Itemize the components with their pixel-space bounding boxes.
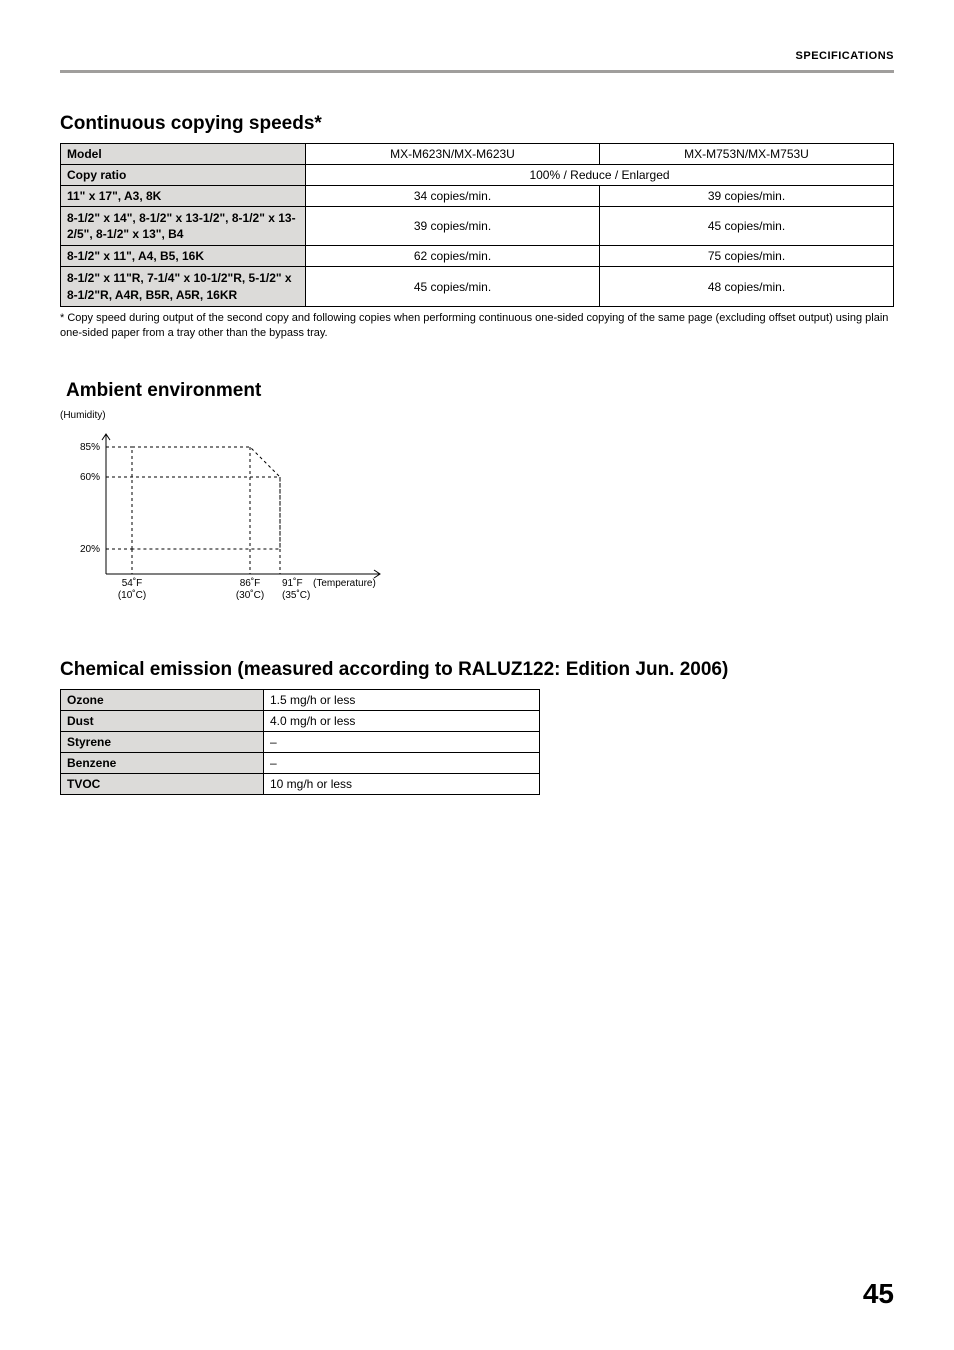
ambient-chart: (Humidity) 85% 60% 20% 54˚F (10˚C) 86˚F [60,410,894,619]
xtick-91c: (35˚C) [282,589,310,601]
row-val-b: 48 copies/min. [600,267,894,306]
copy-ratio-label: Copy ratio [61,165,306,186]
section-header: SPECIFICATIONS [60,50,894,68]
speeds-table: Model MX-M623N/MX-M623U MX-M753N/MX-M753… [60,143,894,307]
chem-value: – [264,753,540,774]
chem-value: 10 mg/h or less [264,774,540,795]
row-val-a: 39 copies/min. [306,207,600,246]
row-label: 11" x 17", A3, 8K [61,186,306,207]
speeds-title: Continuous copying speeds* [60,113,894,135]
chemical-title: Chemical emission (measured according to… [60,659,894,681]
ambient-chart-svg: 85% 60% 20% 54˚F (10˚C) 86˚F (30˚C) 91˚F… [60,424,400,614]
table-row: Benzene – [61,753,540,774]
chem-label: TVOC [61,774,264,795]
row-val-a: 34 copies/min. [306,186,600,207]
chem-label: Benzene [61,753,264,774]
table-row: TVOC 10 mg/h or less [61,774,540,795]
xtick-86f: 86˚F [240,577,261,589]
table-row: 11" x 17", A3, 8K 34 copies/min. 39 copi… [61,186,894,207]
chem-value: 4.0 mg/h or less [264,711,540,732]
copy-ratio-value: 100% / Reduce / Enlarged [306,165,894,186]
row-label: 8-1/2" x 11"R, 7-1/4" x 10-1/2"R, 5-1/2"… [61,267,306,306]
page-number: 45 [863,1278,894,1310]
table-row: 8-1/2" x 14", 8-1/2" x 13-1/2", 8-1/2" x… [61,207,894,246]
row-val-b: 45 copies/min. [600,207,894,246]
row-val-b: 39 copies/min. [600,186,894,207]
ytick-60: 60% [80,472,100,483]
ytick-20: 20% [80,544,100,555]
chem-label: Dust [61,711,264,732]
model-b: MX-M753N/MX-M753U [600,144,894,165]
ytick-85: 85% [80,442,100,453]
chem-value: 1.5 mg/h or less [264,690,540,711]
table-row: 8-1/2" x 11", A4, B5, 16K 62 copies/min.… [61,246,894,267]
row-val-b: 75 copies/min. [600,246,894,267]
header-rule [60,70,894,73]
xtick-91f: 91˚F [282,577,303,589]
chem-value: – [264,732,540,753]
xtick-54f: 54˚F [122,577,143,589]
table-row: Model MX-M623N/MX-M623U MX-M753N/MX-M753… [61,144,894,165]
model-a: MX-M623N/MX-M623U [306,144,600,165]
chemical-table: Ozone 1.5 mg/h or less Dust 4.0 mg/h or … [60,689,540,795]
table-row: Ozone 1.5 mg/h or less [61,690,540,711]
table-row: Dust 4.0 mg/h or less [61,711,540,732]
model-label: Model [61,144,306,165]
row-label: 8-1/2" x 14", 8-1/2" x 13-1/2", 8-1/2" x… [61,207,306,246]
table-row: 8-1/2" x 11"R, 7-1/4" x 10-1/2"R, 5-1/2"… [61,267,894,306]
row-val-a: 62 copies/min. [306,246,600,267]
row-val-a: 45 copies/min. [306,267,600,306]
table-row: Styrene – [61,732,540,753]
xtick-54c: (10˚C) [118,589,146,601]
chem-label: Styrene [61,732,264,753]
temperature-axis-label: (Temperature) [313,578,376,589]
table-row: Copy ratio 100% / Reduce / Enlarged [61,165,894,186]
row-label: 8-1/2" x 11", A4, B5, 16K [61,246,306,267]
humidity-axis-label: (Humidity) [60,410,894,421]
speeds-footnote: * Copy speed during output of the second… [60,311,894,341]
ambient-title: Ambient environment [66,380,894,402]
xtick-86c: (30˚C) [236,589,264,601]
chem-label: Ozone [61,690,264,711]
